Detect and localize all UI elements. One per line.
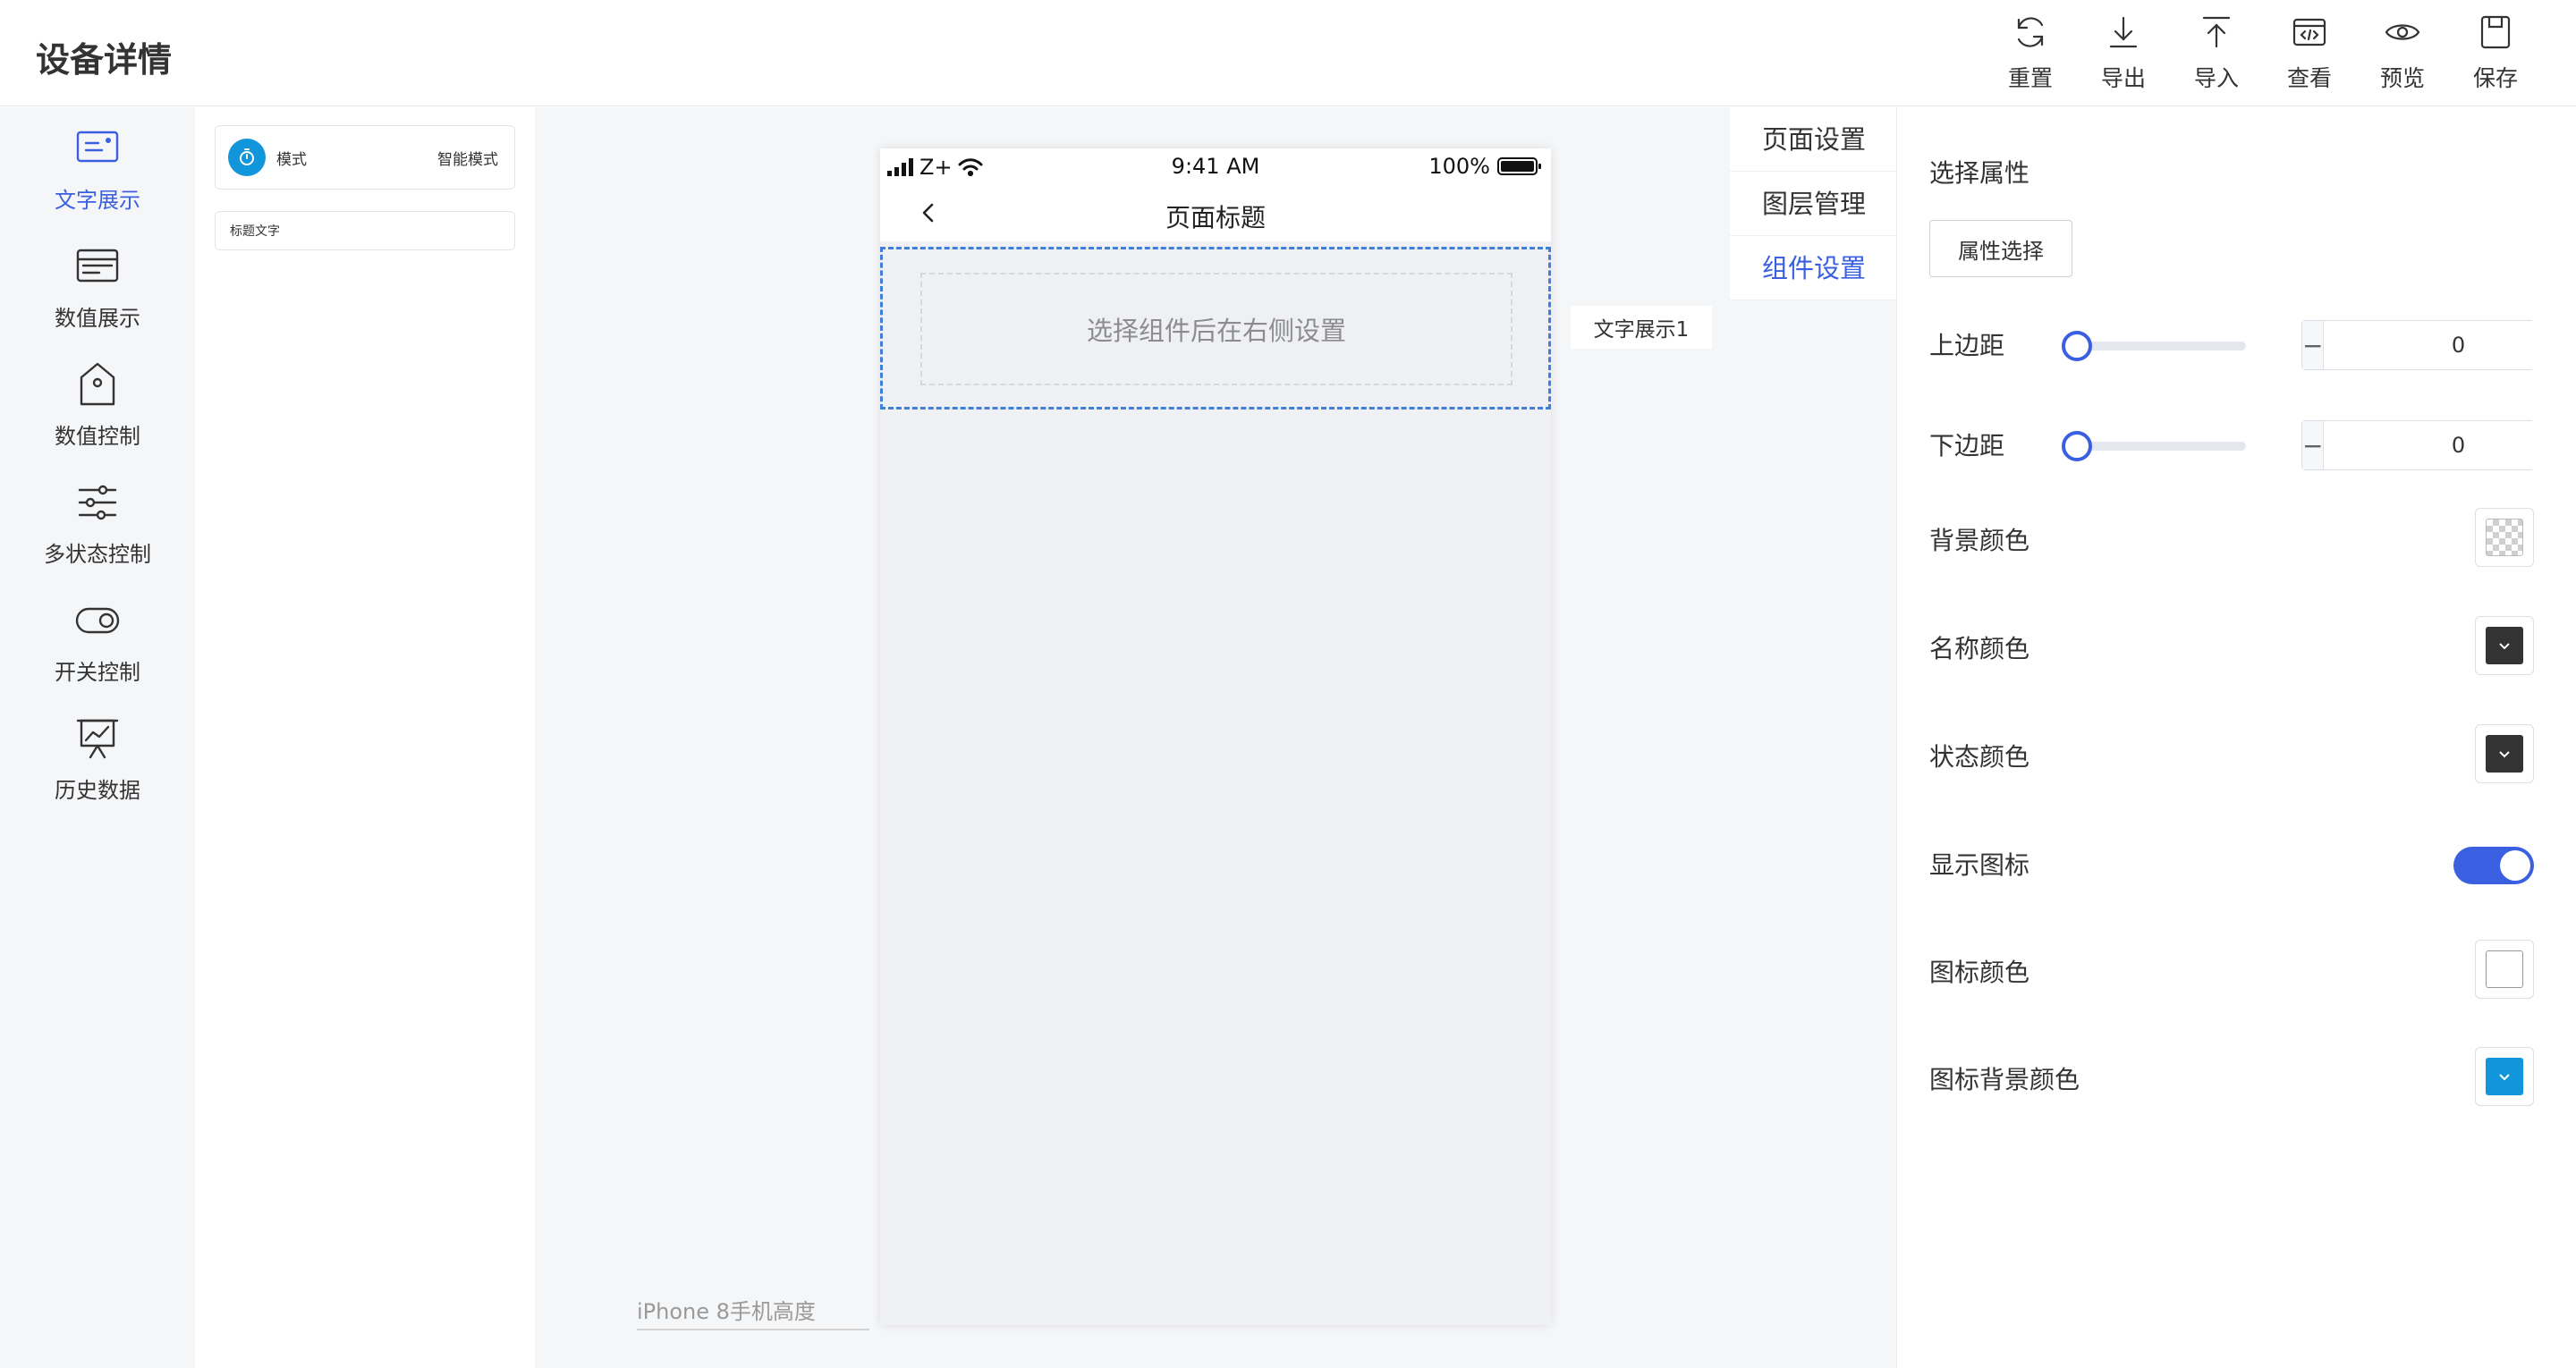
icon-color-label: 图标颜色 (1929, 958, 2030, 987)
component-value: 智能模式 (437, 150, 498, 169)
save-icon (2480, 15, 2511, 49)
nav-bar: 页面标题 (880, 184, 1551, 241)
device-height-label: iPhone 8手机高度 (637, 1294, 869, 1330)
name-color-label: 名称颜色 (1929, 634, 2030, 663)
category-label: 多状态控制 (44, 542, 151, 567)
icon-color-picker[interactable] (2475, 940, 2534, 999)
margin-bottom-label: 下边距 (1929, 431, 2005, 460)
toggle-icon (75, 607, 120, 634)
bg-color-label: 背景颜色 (1929, 526, 2030, 555)
view-code-label: 查看 (2286, 65, 2332, 91)
margin-top-decrement-button[interactable]: − (2302, 321, 2325, 369)
margin-bottom-slider[interactable] (2062, 431, 2246, 461)
bg-color-swatch (2486, 519, 2523, 556)
section-title: 选择属性 (1929, 158, 2030, 188)
margin-top-label: 上边距 (1929, 331, 2005, 360)
status-bar: Z+ 9:41 AM 100% (880, 148, 1551, 184)
battery-percent: 100% (1428, 154, 1490, 179)
reset-icon (2017, 17, 2044, 47)
preview-label: 预览 (2379, 65, 2425, 91)
icon-bg-color-label: 图标背景颜色 (1929, 1065, 2080, 1094)
phone-page-title: 页面标题 (1165, 203, 1266, 232)
eye-icon (2385, 24, 2420, 40)
category-label: 历史数据 (55, 778, 140, 803)
component-icon-badge (228, 139, 266, 176)
chevron-down-icon (2499, 1074, 2510, 1081)
component-name: 模式 (276, 150, 307, 169)
save-label: 保存 (2472, 65, 2518, 91)
component-name: 标题文字 (230, 224, 280, 239)
category-number-control[interactable]: 数值控制 (0, 343, 195, 461)
import-icon (2202, 16, 2231, 48)
import-label: 导入 (2193, 65, 2239, 91)
status-color-picker[interactable] (2475, 724, 2534, 783)
category-history-data[interactable]: 历史数据 (0, 697, 195, 815)
category-sidebar: 文字展示 数值展示 数值控制 多状态控制 开关控制 历史数据 (0, 107, 195, 1368)
reset-label: 重置 (2007, 65, 2053, 91)
save-button[interactable]: 保存 (2449, 13, 2542, 93)
phone-preview: Z+ 9:41 AM 100% 页面标题 选择组件后在右侧设置 (880, 148, 1551, 1325)
category-text-display[interactable]: 文字展示 (0, 107, 195, 225)
bg-color-picker[interactable] (2475, 508, 2534, 567)
toggle-knob (2500, 850, 2530, 881)
icon-bg-color-swatch (2486, 1058, 2523, 1095)
tab-component-settings[interactable]: 组件设置 (1730, 236, 1896, 300)
status-color-label: 状态颜色 (1929, 742, 2030, 772)
import-button[interactable]: 导入 (2170, 13, 2263, 93)
component-list: 模式 智能模式 标题文字 (195, 107, 535, 1368)
export-label: 导出 (2100, 65, 2146, 91)
tab-layer-management[interactable]: 图层管理 (1730, 172, 1896, 236)
category-label: 数值控制 (55, 424, 140, 449)
text-display-icon (76, 131, 119, 163)
margin-bottom-slider-handle[interactable] (2062, 431, 2092, 461)
component-mode-card[interactable]: 模式 智能模式 (215, 125, 515, 190)
name-color-swatch (2486, 627, 2523, 664)
margin-bottom-input[interactable] (2324, 421, 2576, 469)
selected-component-block[interactable]: 选择组件后在右侧设置 (880, 247, 1551, 410)
chevron-down-icon (2499, 751, 2510, 758)
margin-top-slider[interactable] (2062, 331, 2246, 361)
export-icon (2109, 16, 2138, 48)
margin-top-input[interactable] (2324, 321, 2576, 369)
view-code-button[interactable]: 查看 (2263, 13, 2356, 93)
category-number-display[interactable]: 数值展示 (0, 225, 195, 343)
preview-button[interactable]: 预览 (2356, 13, 2449, 93)
category-label: 数值展示 (55, 306, 140, 331)
chevron-down-icon (2499, 643, 2510, 650)
power-timer-icon (240, 148, 254, 165)
battery-icon (1497, 157, 1541, 175)
code-view-icon (2292, 18, 2326, 46)
category-multistate-control[interactable]: 多状态控制 (0, 461, 195, 579)
status-color-swatch (2486, 735, 2523, 773)
settings-tabs: 页面设置 图层管理 组件设置 (1730, 107, 1896, 300)
reset-button[interactable]: 重置 (1984, 13, 2077, 93)
layer-tag[interactable]: 文字展示1 (1571, 306, 1712, 349)
toolbar: 重置 导出 导入 查看 预览 保存 (1984, 13, 2542, 93)
category-switch-control[interactable]: 开关控制 (0, 579, 195, 697)
status-right: 100% (1428, 154, 1542, 179)
chart-board-icon (76, 719, 119, 759)
show-icon-toggle[interactable] (2453, 847, 2534, 884)
margin-bottom-stepper: − + (2301, 420, 2576, 470)
header: 设备详情 重置 导出 导入 查看 预览 保存 (0, 0, 2576, 106)
card-icon (76, 249, 119, 283)
margin-top-stepper: − + (2301, 320, 2576, 370)
category-label: 文字展示 (55, 188, 140, 213)
icon-color-swatch (2486, 950, 2523, 988)
sliders-icon (78, 485, 117, 520)
category-label: 开关控制 (55, 660, 140, 685)
name-color-picker[interactable] (2475, 616, 2534, 675)
attribute-select-button[interactable]: 属性选择 (1929, 220, 2072, 277)
margin-bottom-decrement-button[interactable]: − (2302, 421, 2325, 469)
tab-page-settings[interactable]: 页面设置 (1730, 107, 1896, 172)
export-button[interactable]: 导出 (2077, 13, 2170, 93)
component-placeholder: 选择组件后在右侧设置 (920, 273, 1513, 385)
property-panel: 选择属性 属性选择 上边距 − + 下边距 − + 背景颜色 名称颜色 状态颜色… (1896, 107, 2576, 1368)
page-title: 设备详情 (36, 40, 173, 80)
component-title-text-card[interactable]: 标题文字 (215, 211, 515, 250)
margin-top-slider-handle[interactable] (2062, 331, 2092, 361)
icon-bg-color-picker[interactable] (2475, 1047, 2534, 1106)
tag-icon (80, 362, 115, 406)
show-icon-label: 显示图标 (1929, 850, 2030, 880)
